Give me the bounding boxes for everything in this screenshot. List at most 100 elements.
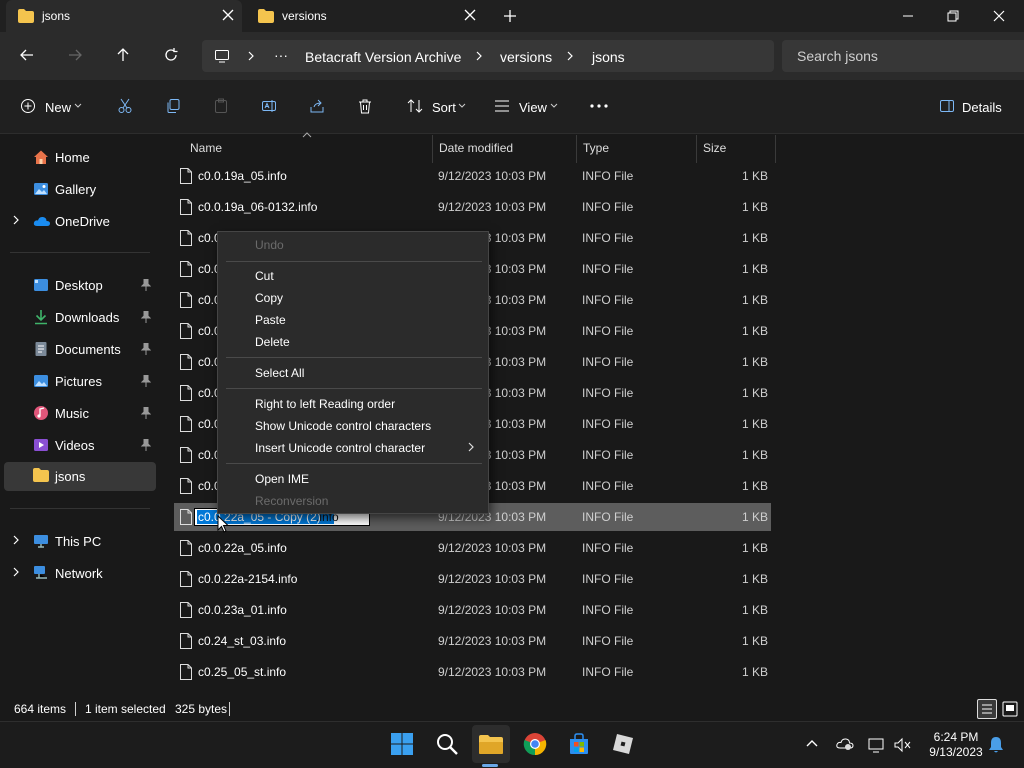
table-row[interactable]: c0.24_st_03.info 9/12/2023 10:03 PM INFO F… — [174, 627, 771, 655]
chrome-icon[interactable] — [523, 732, 547, 756]
chevron-right-icon[interactable] — [11, 215, 21, 225]
address-bar[interactable]: ··· Betacraft Version Archive versions j… — [202, 40, 774, 72]
sidebar-item-onedrive[interactable]: OneDrive — [0, 207, 156, 235]
sidebar-item-gallery[interactable]: Gallery — [0, 175, 156, 203]
tab-jsons[interactable]: jsons — [6, 0, 242, 32]
chevron-down-icon[interactable] — [74, 103, 82, 109]
file-date: 9/12/2023 10:03 PM — [438, 200, 547, 214]
paste-icon[interactable] — [213, 98, 229, 114]
menu-item-insert-unicode[interactable]: Insert Unicode control character — [255, 441, 425, 455]
sidebar-item-pictures[interactable]: Pictures — [0, 367, 156, 395]
table-row[interactable]: c0.25_05_st.info 9/12/2023 10:03 PM INFO F… — [174, 658, 771, 686]
sidebar-item-label: jsons — [55, 469, 86, 484]
cut-icon[interactable] — [117, 98, 133, 114]
restore-icon[interactable] — [945, 8, 961, 24]
notification-bell-icon[interactable] — [988, 736, 1004, 754]
delete-icon[interactable] — [357, 98, 373, 114]
details-pane-icon[interactable] — [939, 98, 955, 114]
breadcrumb-item[interactable]: Betacraft Version Archive — [305, 49, 461, 65]
network-status-icon[interactable] — [868, 737, 886, 753]
forward-icon[interactable] — [67, 47, 83, 63]
menu-item-copy[interactable]: Copy — [255, 291, 283, 305]
file-name: c0.0.22a-2154.info — [198, 572, 298, 586]
column-header-date[interactable]: Date modified — [432, 135, 576, 163]
view-icon[interactable] — [494, 98, 510, 114]
menu-item-paste[interactable]: Paste — [255, 313, 286, 327]
sidebar-item-home[interactable]: Home — [0, 143, 156, 171]
details-view-icon[interactable] — [977, 699, 997, 719]
close-tab-icon[interactable] — [222, 9, 234, 21]
chevron-right-icon[interactable] — [11, 535, 21, 545]
details-button[interactable]: Details — [962, 100, 1002, 115]
table-row[interactable]: c0.0.22a_05.info 9/12/2023 10:03 PM INFO F… — [174, 534, 771, 562]
table-row[interactable]: c0.0.23a_01.info 9/12/2023 10:03 PM INFO F… — [174, 596, 771, 624]
view-button[interactable]: View — [519, 100, 547, 115]
chevron-down-icon[interactable] — [550, 103, 558, 109]
search-input[interactable]: Search jsons — [782, 40, 1024, 72]
start-icon[interactable] — [390, 732, 414, 756]
breadcrumb-item[interactable]: versions — [500, 49, 552, 65]
menu-item-show-unicode[interactable]: Show Unicode control characters — [255, 419, 431, 433]
column-header-size[interactable]: Size — [696, 135, 776, 163]
column-header-type[interactable]: Type — [576, 135, 696, 163]
search-icon[interactable] — [435, 732, 459, 756]
chevron-up-icon[interactable] — [806, 739, 818, 747]
sort-button[interactable]: Sort — [432, 100, 456, 115]
table-row[interactable]: c0.0.22a-2154.info 9/12/2023 10:03 PM INFO… — [174, 565, 771, 593]
clock-time: 6:24 PM — [933, 730, 979, 744]
new-button[interactable]: New — [45, 100, 71, 115]
microsoft-store-icon[interactable] — [567, 732, 591, 756]
close-window-icon[interactable] — [991, 8, 1007, 24]
table-row[interactable]: c0.0.19a_05.info 9/12/2023 10:03 PM INFO F… — [174, 162, 771, 190]
file-explorer-taskbar-icon[interactable] — [472, 725, 510, 763]
chevron-right-icon[interactable] — [246, 51, 256, 61]
tab-versions[interactable]: versions — [246, 0, 484, 32]
chevron-right-icon[interactable] — [474, 51, 484, 61]
sidebar-item-this-pc[interactable]: This PC — [0, 527, 156, 555]
close-tab-icon[interactable] — [464, 9, 476, 21]
sidebar-item-network[interactable]: Network — [0, 559, 156, 587]
table-row[interactable]: c0.0.19a_06-0132.info 9/12/2023 10:03 PM I… — [174, 193, 771, 221]
chevron-down-icon[interactable] — [458, 103, 466, 109]
refresh-icon[interactable] — [163, 47, 179, 63]
menu-item-select-all[interactable]: Select All — [255, 366, 304, 380]
clock[interactable]: 6:24 PM 9/13/2023 — [922, 730, 990, 760]
menu-item-cut[interactable]: Cut — [255, 269, 274, 283]
chevron-right-icon[interactable] — [565, 51, 575, 61]
up-icon[interactable] — [115, 47, 131, 63]
sidebar-item-documents[interactable]: Documents — [0, 335, 156, 363]
sidebar-item-desktop[interactable]: Desktop — [0, 271, 156, 299]
file-size: 1 KB — [741, 231, 768, 245]
minimize-icon[interactable] — [900, 8, 916, 24]
menu-item-rtl-reading-order[interactable]: Right to left Reading order — [255, 397, 395, 411]
sidebar-item-videos[interactable]: Videos — [0, 431, 156, 459]
folder-icon — [18, 9, 34, 23]
more-options-icon[interactable] — [590, 104, 608, 108]
sidebar-item-downloads[interactable]: Downloads — [0, 303, 156, 331]
chevron-right-icon[interactable] — [11, 567, 21, 577]
this-pc-icon[interactable] — [214, 48, 230, 64]
column-header-name[interactable]: Name — [184, 132, 432, 163]
sidebar-item-label: Gallery — [55, 182, 97, 197]
menu-item-open-ime[interactable]: Open IME — [255, 472, 309, 486]
sidebar-item-jsons[interactable]: jsons — [4, 462, 156, 491]
menu-item-undo[interactable]: Undo — [255, 238, 284, 252]
breadcrumb-item[interactable]: jsons — [592, 49, 625, 65]
share-icon[interactable] — [309, 98, 325, 114]
volume-muted-icon[interactable] — [893, 737, 911, 753]
back-icon[interactable] — [19, 47, 35, 63]
large-icons-view-icon[interactable] — [1001, 700, 1019, 718]
sort-icon[interactable] — [407, 98, 423, 114]
rename-icon[interactable] — [261, 98, 277, 114]
new-icon[interactable] — [20, 98, 36, 114]
breadcrumb-overflow[interactable]: ··· — [274, 47, 288, 63]
pictures-icon — [33, 373, 49, 389]
onedrive-status-icon[interactable] — [836, 737, 854, 751]
copy-icon[interactable] — [165, 98, 181, 114]
new-tab-icon[interactable] — [502, 8, 518, 24]
menu-item-delete[interactable]: Delete — [255, 335, 290, 349]
menu-item-reconversion[interactable]: Reconversion — [255, 494, 328, 508]
sidebar-item-music[interactable]: Music — [0, 399, 156, 427]
roblox-icon[interactable] — [611, 732, 635, 756]
file-size: 1 KB — [741, 169, 768, 183]
